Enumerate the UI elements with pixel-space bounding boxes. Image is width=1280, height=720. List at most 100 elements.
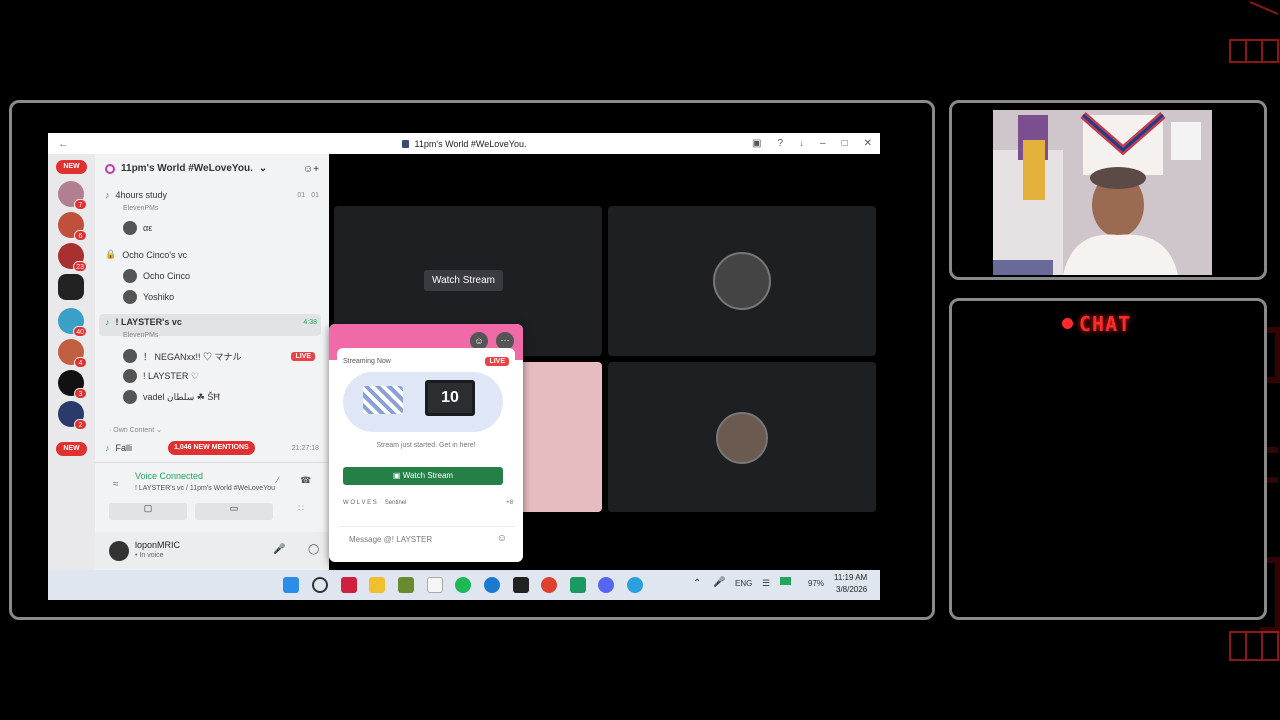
channel-subtitle: ElevenPMs	[123, 332, 159, 339]
mic-tray-icon[interactable]: 🎤	[713, 577, 725, 588]
voice-user[interactable]: Ocho Cinco	[123, 269, 190, 283]
chat-title: CHAT	[1062, 312, 1131, 336]
server-icon[interactable]	[58, 274, 84, 300]
close-icon[interactable]: ✕	[864, 138, 872, 149]
chrome-icon[interactable]	[541, 577, 557, 593]
voice-user[interactable]: Yoshiko	[123, 290, 174, 304]
watch-stream-button[interactable]: Watch Stream	[424, 270, 503, 291]
popup-heading: Streaming Now	[343, 358, 391, 365]
participant-tile[interactable]	[608, 206, 876, 356]
popup-caption: Stream just started. Get in here!	[376, 442, 476, 449]
maximize-icon[interactable]: □	[842, 138, 848, 149]
voice-status: Voice Connected	[135, 471, 204, 481]
app-icon[interactable]	[398, 577, 414, 593]
voice-user[interactable]: αε	[123, 221, 152, 235]
streaming-now-popup: ☺ ⋯ Streaming Now LIVE 10 Stream just st…	[329, 324, 523, 562]
chevron-down-icon: ⌄	[258, 163, 268, 174]
server-icon[interactable]: 23	[58, 243, 87, 272]
voice-channel-4hours[interactable]: ♪ 4hours study 01 01	[105, 190, 319, 200]
add-member-icon[interactable]: ☺+	[303, 164, 319, 175]
voice-panel: ≈ Voice Connected ! LAYSTER's vc / 11pm'…	[95, 462, 329, 532]
server-icon[interactable]: 7	[58, 181, 87, 210]
app-icon[interactable]	[427, 577, 443, 593]
activities-button[interactable]: ∷	[281, 503, 321, 520]
server-icon[interactable]: 4	[58, 339, 87, 368]
discord-icon[interactable]	[598, 577, 614, 593]
camera-off-button[interactable]: ▢	[109, 503, 187, 520]
voice-channel-layster[interactable]: ♪ ! LAYSTER's vc 4:38	[105, 317, 317, 327]
server-icon[interactable]: 3	[58, 370, 87, 399]
new-pill-bottom[interactable]: NEW	[56, 442, 87, 456]
user-panel: loponMRIC • In voice 🎤 ◯ ⚙	[95, 532, 355, 570]
server-icon[interactable]: 40	[58, 308, 87, 337]
inbox-icon[interactable]: ▣	[752, 138, 761, 149]
app-icon[interactable]	[570, 577, 586, 593]
download-icon[interactable]: ↓	[799, 138, 804, 149]
server-shield-icon	[401, 139, 409, 148]
edge-icon[interactable]	[484, 577, 500, 593]
server-icon[interactable]: 2	[58, 401, 87, 430]
clock-date[interactable]: 3/8/2026	[836, 585, 867, 594]
battery-percent: 97%	[808, 579, 825, 588]
illustration-screen: 10	[425, 380, 475, 416]
participant-tile[interactable]	[608, 362, 876, 512]
windows-taskbar: ⌃ 🎤 ENG ☰ 97% 11:19 AM 3/8/2026	[48, 570, 880, 600]
server-header[interactable]: 11pm's World #WeLoveYou. ⌄	[105, 163, 267, 174]
message-input[interactable]: Message @! LAYSTER ☺	[337, 526, 515, 548]
neon-decoration-top	[1229, 1, 1279, 63]
popup-card: Streaming Now LIVE 10 Stream just starte…	[337, 348, 515, 498]
back-arrow-icon[interactable]: ←	[58, 138, 69, 150]
tray-chevron-icon[interactable]: ⌃	[693, 578, 701, 589]
participant-avatar	[713, 252, 771, 310]
channel-list: 11pm's World #WeLoveYou. ⌄ ☺+ ♪ 4hours s…	[95, 154, 355, 570]
capcut-icon[interactable]	[513, 577, 529, 593]
signal-icon: ≈	[113, 479, 119, 490]
wifi-volume-icon[interactable]: ☰	[762, 578, 770, 589]
minimize-icon[interactable]: –	[820, 138, 826, 149]
avatar	[123, 269, 137, 283]
user-avatar[interactable]	[109, 541, 129, 561]
file-explorer-icon[interactable]	[369, 577, 385, 593]
voice-user[interactable]: ! LAYSTER ♡	[123, 369, 199, 383]
app-icon[interactable]	[341, 577, 357, 593]
speaker-icon: ♪	[105, 190, 110, 200]
language-indicator[interactable]: ENG	[735, 579, 752, 588]
new-pill-top[interactable]: NEW	[56, 160, 87, 174]
telegram-icon[interactable]	[627, 577, 643, 593]
lock-icon: 🔒	[105, 249, 117, 259]
username: loponMRIC	[135, 540, 181, 550]
spotify-icon[interactable]	[455, 577, 471, 593]
speaker-icon: ♪	[105, 443, 110, 453]
live-badge: LIVE	[485, 357, 509, 366]
battery-icon	[780, 577, 791, 585]
participant-avatar	[716, 412, 768, 464]
noise-suppression-icon[interactable]: ⁄	[277, 475, 279, 485]
headphones-icon[interactable]: ◯	[308, 544, 319, 555]
server-icon[interactable]: 6	[58, 212, 87, 241]
record-dot-icon	[1062, 318, 1073, 329]
voice-detail: ! LAYSTER's vc / 11pm's World #WeLoveYou	[135, 485, 276, 492]
screen-share-button[interactable]: ▭	[195, 503, 273, 520]
microphone-icon[interactable]: 🎤	[273, 544, 285, 555]
window-titlebar: ← 11pm's World #WeLoveYou. ▣ ? ↓ – □ ✕	[48, 133, 880, 154]
avatar	[123, 369, 137, 383]
voice-user[interactable]: ！ NEGANxx!! ♡ マナル LIVE	[123, 349, 315, 363]
message-placeholder: Message @! LAYSTER	[349, 535, 433, 544]
avatar	[123, 221, 137, 235]
emoji-icon[interactable]: ☺	[497, 533, 507, 544]
help-icon[interactable]: ?	[777, 138, 783, 149]
clock-time[interactable]: 11:19 AM	[834, 573, 867, 582]
avatar	[123, 290, 137, 304]
search-icon[interactable]	[312, 577, 328, 593]
voice-user[interactable]: vadel سلطان ☘ ŠĦ	[123, 390, 220, 404]
live-badge: LIVE	[291, 351, 315, 361]
new-mentions-pill[interactable]: 1,046 NEW MENTIONS	[168, 441, 255, 455]
windows-start-icon[interactable]	[283, 577, 299, 593]
webcam-feed	[993, 110, 1212, 275]
disconnect-icon[interactable]: ☎	[300, 475, 311, 486]
stream-illustration: 10	[343, 372, 503, 432]
popup-watch-stream-button[interactable]: ▣ Watch Stream	[343, 467, 503, 485]
voice-channel-ocho[interactable]: 🔒 Ocho Cinco's vc	[105, 249, 187, 260]
avatar	[123, 390, 137, 404]
category-own-content[interactable]: · Own Content ⌄	[109, 426, 162, 434]
